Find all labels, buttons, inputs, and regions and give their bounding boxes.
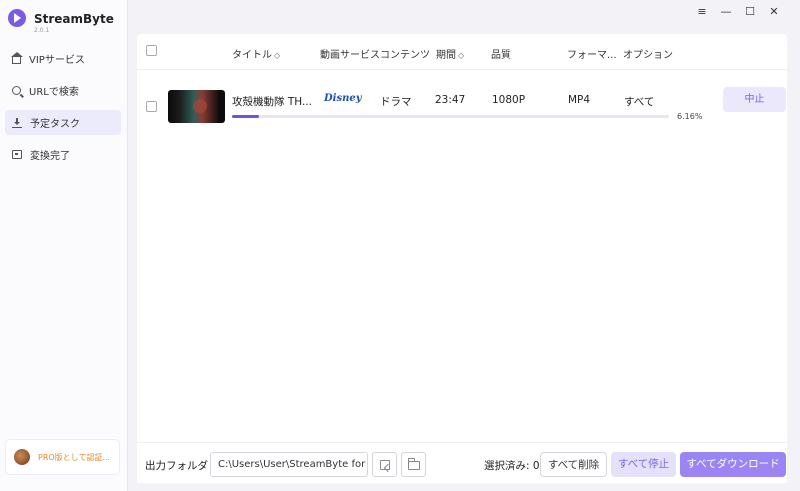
progress-percent: 6.16% — [677, 112, 703, 121]
progress-fill — [232, 115, 259, 118]
search-icon — [12, 86, 21, 95]
download-icon — [12, 117, 22, 128]
sidebar-item-label: 予定タスク — [30, 119, 80, 130]
sidebar-item-url-search[interactable]: URLで検索 — [5, 78, 121, 103]
sidebar-item-vip-service[interactable]: VIPサービス — [5, 46, 121, 71]
menu-icon[interactable]: ≡ — [690, 5, 714, 19]
row-quality: 1080P — [492, 94, 526, 106]
column-options: オプション — [623, 50, 673, 61]
pro-activation-text: PRO版として認証... — [38, 452, 111, 462]
app-name: StreamByte — [34, 12, 114, 26]
select-all-checkbox[interactable] — [146, 45, 157, 56]
output-path-field[interactable]: C:\Users\User\StreamByte for — [210, 452, 368, 477]
column-content: コンテンツ — [380, 50, 430, 61]
home-icon — [11, 52, 23, 64]
select-path-icon — [380, 460, 390, 470]
minimize-icon[interactable]: — — [714, 5, 738, 19]
maximize-icon[interactable]: ☐ — [738, 5, 762, 19]
window-controls: ≡ — ☐ ✕ — [690, 5, 786, 19]
output-folder-label: 出力フォルダ — [145, 460, 208, 472]
download-all-button[interactable]: すべてダウンロード — [680, 452, 786, 477]
column-duration-label: 期間 — [436, 50, 456, 61]
sidebar: StreamByte 2.0.1 VIPサービス URLで検索 予定タスク 変換… — [0, 0, 128, 491]
close-icon[interactable]: ✕ — [762, 5, 786, 19]
table-row: 攻殻機動隊 TH... Disney ドラマ 23:47 1080P MP4 す… — [137, 78, 787, 128]
selected-count: 選択済み: 0 — [484, 460, 540, 472]
open-folder-button[interactable] — [401, 452, 426, 477]
column-duration[interactable]: 期間 ◇ — [436, 46, 464, 61]
sidebar-item-label: 変換完了 — [30, 151, 70, 162]
archive-icon — [12, 150, 22, 159]
column-format: フォーマ... — [567, 50, 617, 61]
app-version: 2.0.1 — [34, 27, 50, 34]
row-options: すべて — [624, 96, 655, 108]
row-format: MP4 — [568, 94, 591, 106]
stop-button[interactable]: 中止 — [723, 87, 786, 112]
sidebar-item-label: VIPサービス — [29, 55, 85, 66]
sidebar-item-scheduled-tasks[interactable]: 予定タスク — [5, 110, 121, 135]
task-panel: タイトル ◇ 動画サービス コンテンツ 期間 ◇ 品質 フォーマ... オプション … — [137, 34, 787, 483]
sidebar-nav: VIPサービス URLで検索 予定タスク 変換完了 — [5, 46, 121, 174]
select-folder-button[interactable] — [372, 452, 397, 477]
column-quality: 品質 — [491, 50, 511, 61]
pro-activation-card[interactable]: PRO版として認証... — [5, 439, 120, 475]
app-logo-icon — [8, 9, 26, 27]
row-content: ドラマ — [380, 96, 412, 108]
row-checkbox[interactable] — [146, 101, 157, 112]
video-thumbnail — [168, 90, 225, 123]
progress-bar — [232, 115, 669, 118]
delete-all-button[interactable]: すべて削除 — [540, 452, 607, 477]
sidebar-item-converted[interactable]: 変換完了 — [5, 142, 121, 167]
column-service: 動画サービス — [320, 50, 380, 61]
stop-all-button[interactable]: すべて停止 — [611, 452, 676, 477]
avatar — [14, 449, 30, 465]
sort-icon: ◇ — [274, 51, 281, 60]
row-duration: 23:47 — [435, 94, 466, 106]
brand — [8, 9, 32, 27]
column-title[interactable]: タイトル ◇ — [232, 46, 280, 61]
row-title: 攻殻機動隊 TH... — [232, 96, 312, 108]
folder-icon — [408, 458, 420, 470]
sidebar-item-label: URLで検索 — [29, 87, 79, 98]
disney-logo-icon: Disney — [324, 93, 362, 104]
sort-icon: ◇ — [458, 51, 465, 60]
bottom-bar: 出力フォルダ C:\Users\User\StreamByte for 選択済み… — [137, 442, 787, 483]
table-header: タイトル ◇ 動画サービス コンテンツ 期間 ◇ 品質 フォーマ... オプション — [137, 34, 787, 70]
column-title-label: タイトル — [232, 50, 272, 61]
